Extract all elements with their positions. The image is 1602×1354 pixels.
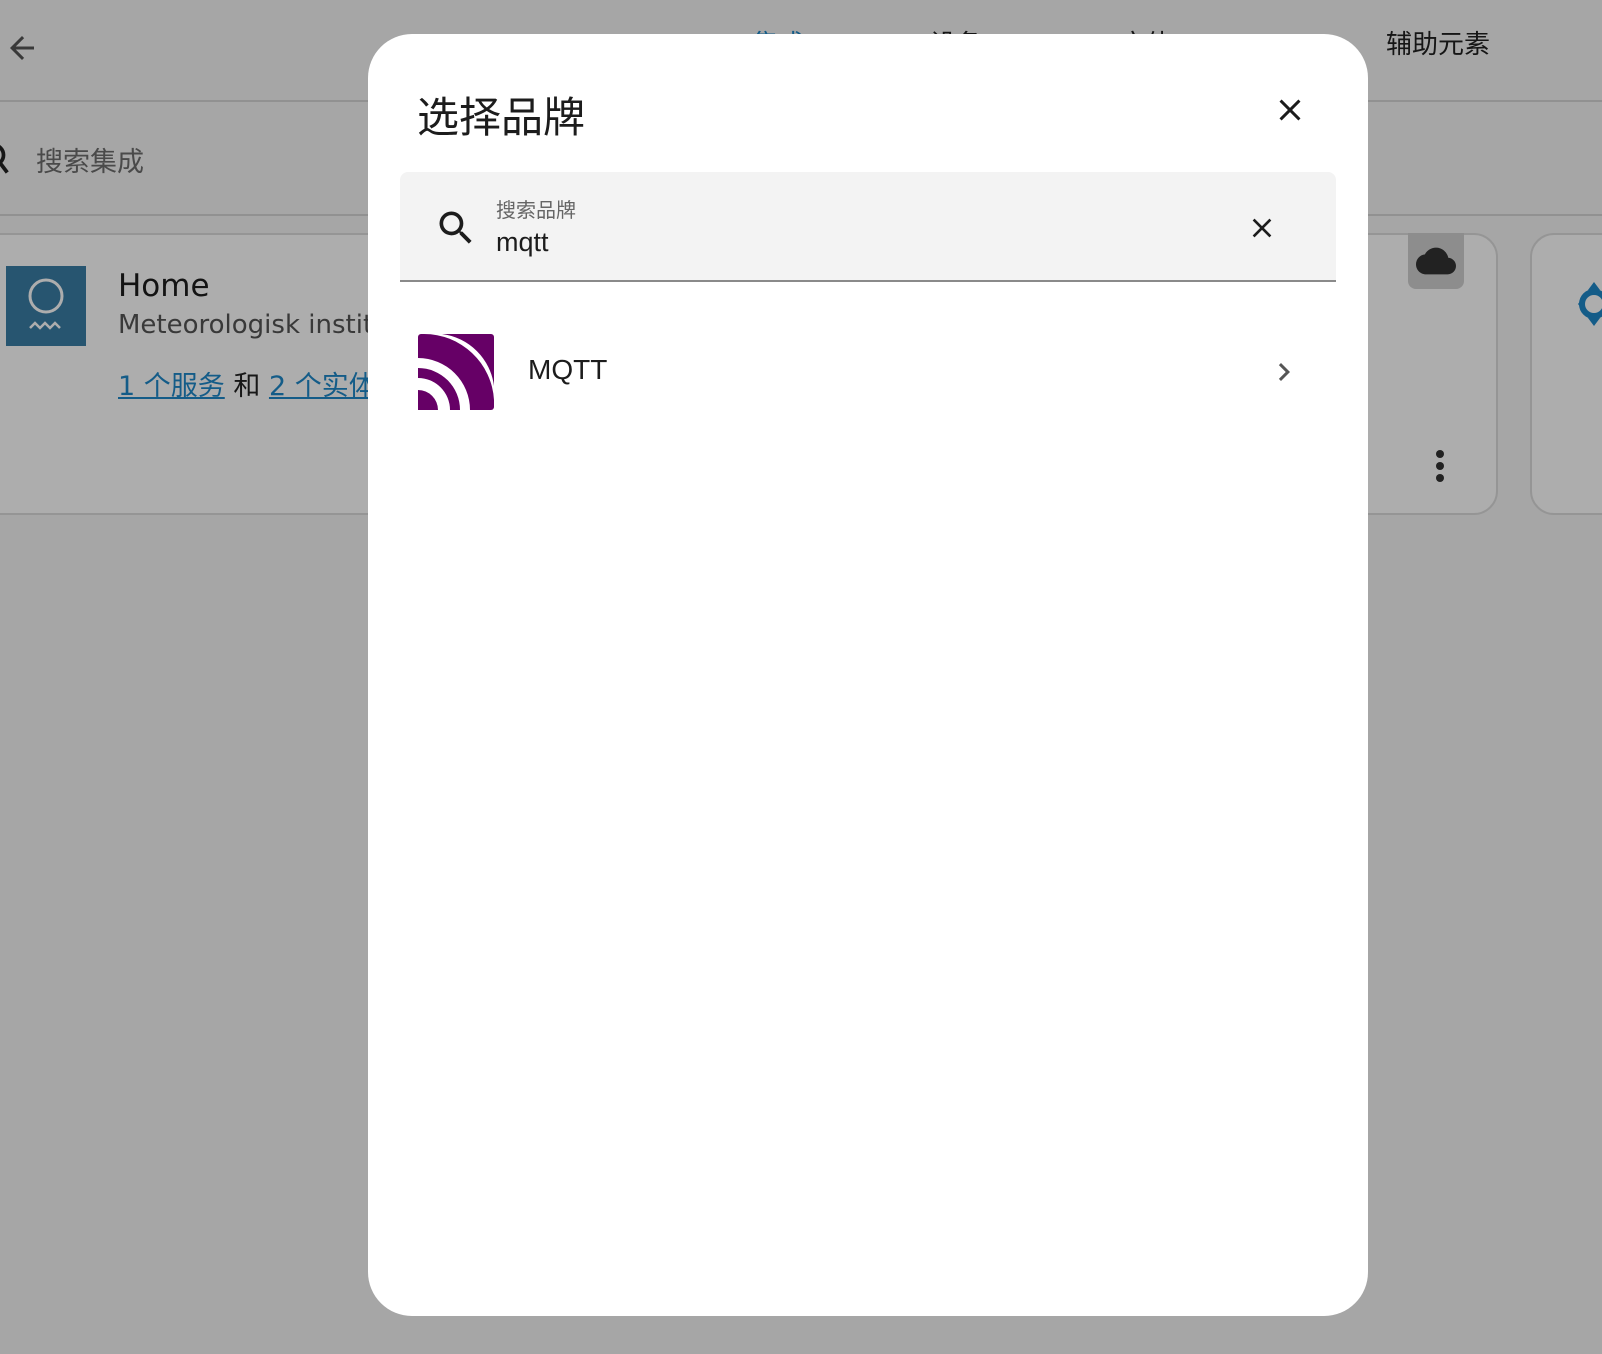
clear-search-button[interactable] xyxy=(1240,206,1284,250)
close-icon xyxy=(1279,99,1301,121)
brand-search-field[interactable]: 搜索品牌 xyxy=(400,172,1336,282)
close-button[interactable] xyxy=(1264,84,1316,136)
chevron-right-icon xyxy=(1278,363,1290,381)
brand-search-label: 搜索品牌 xyxy=(496,198,576,222)
search-icon xyxy=(439,211,472,244)
clear-icon xyxy=(1252,218,1272,238)
choose-brand-dialog: 选择品牌 搜索品牌 MQTT xyxy=(368,34,1368,1316)
brand-search-input[interactable] xyxy=(496,224,1196,260)
brand-list-item-mqtt[interactable]: MQTT xyxy=(368,324,1368,420)
mqtt-logo-icon xyxy=(418,334,494,410)
dialog-title: 选择品牌 xyxy=(417,93,586,142)
brand-name: MQTT xyxy=(528,354,608,385)
